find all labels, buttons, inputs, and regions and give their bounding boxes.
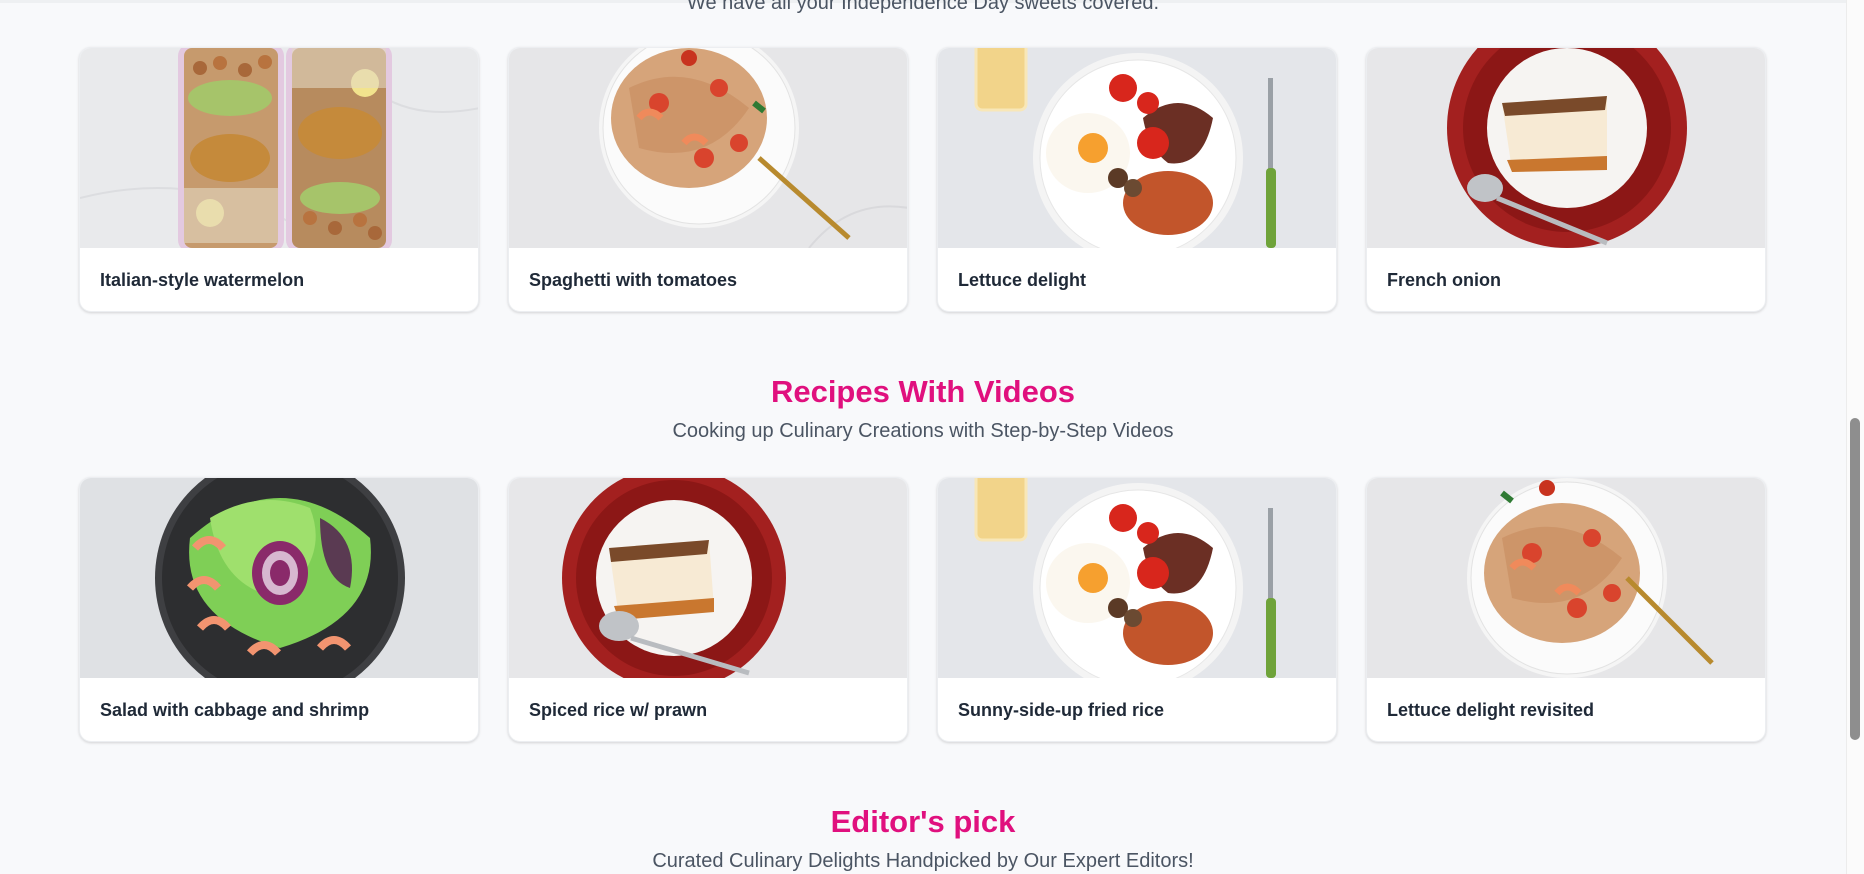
recipe-image xyxy=(509,478,907,678)
recipe-card[interactable]: French onion xyxy=(1366,47,1766,312)
section-subtitle: Cooking up Culinary Creations with Step-… xyxy=(672,420,1174,442)
shrimp-salad-bowl-image xyxy=(80,478,478,678)
section-heading: Recipes With Videos xyxy=(770,374,1076,409)
recipe-title: Italian-style watermelon xyxy=(100,270,305,290)
recipe-card[interactable]: Italian-style watermelon xyxy=(79,47,479,312)
recipe-title: Spaghetti with tomatoes xyxy=(529,270,738,290)
recipe-card[interactable]: Lettuce delight xyxy=(937,47,1337,312)
recipe-title: Sunny-side-up fried rice xyxy=(958,700,1165,720)
recipe-card[interactable]: Spiced rice w/ prawn xyxy=(508,477,908,742)
scrollbar-thumb[interactable] xyxy=(1850,418,1860,740)
section-heading: Editor's pick xyxy=(830,804,1016,839)
recipe-card[interactable]: Sunny-side-up fried rice xyxy=(937,477,1337,742)
recipe-title: Lettuce delight revisited xyxy=(1387,700,1595,720)
page: We have all your Independence Day sweets… xyxy=(0,0,1846,874)
spaghetti-plate-image xyxy=(1367,478,1765,678)
top-section-subtitle: We have all your Independence Day sweets… xyxy=(686,0,1160,14)
recipe-card[interactable]: Salad with cabbage and shrimp xyxy=(79,477,479,742)
videos-section-header: Recipes With Videos Cooking up Culinary … xyxy=(0,374,1846,443)
recipe-image xyxy=(80,478,478,678)
recipe-image xyxy=(1367,478,1765,678)
recipe-grid-row-1: Italian-style watermelon Spaghetti with … xyxy=(79,47,1766,312)
recipe-image xyxy=(1367,48,1765,248)
recipe-image xyxy=(509,48,907,248)
recipe-card[interactable]: Lettuce delight revisited xyxy=(1366,477,1766,742)
recipe-image xyxy=(80,48,478,248)
editors-pick-section-header: Editor's pick Curated Culinary Delights … xyxy=(0,804,1846,873)
cake-slice-plate-image xyxy=(1367,48,1765,248)
recipe-title: Lettuce delight xyxy=(958,270,1087,290)
recipe-grid-row-2: Salad with cabbage and shrimp Spiced ric… xyxy=(79,477,1766,742)
recipe-title: Spiced rice w/ prawn xyxy=(529,700,708,720)
recipe-card[interactable]: Spaghetti with tomatoes xyxy=(508,47,908,312)
section-subtitle: Curated Culinary Delights Handpicked by … xyxy=(652,850,1194,872)
recipe-image xyxy=(938,478,1336,678)
recipe-title: Salad with cabbage and shrimp xyxy=(100,700,370,720)
spaghetti-plate-image xyxy=(509,48,907,248)
breakfast-plate-image xyxy=(938,48,1336,248)
page-scrollbar[interactable] xyxy=(1846,0,1864,874)
recipe-title: French onion xyxy=(1387,270,1501,290)
chickpea-bowls-image xyxy=(80,48,478,248)
cake-slice-plate-image xyxy=(509,478,907,678)
breakfast-plate-image xyxy=(938,478,1336,678)
recipe-image xyxy=(938,48,1336,248)
